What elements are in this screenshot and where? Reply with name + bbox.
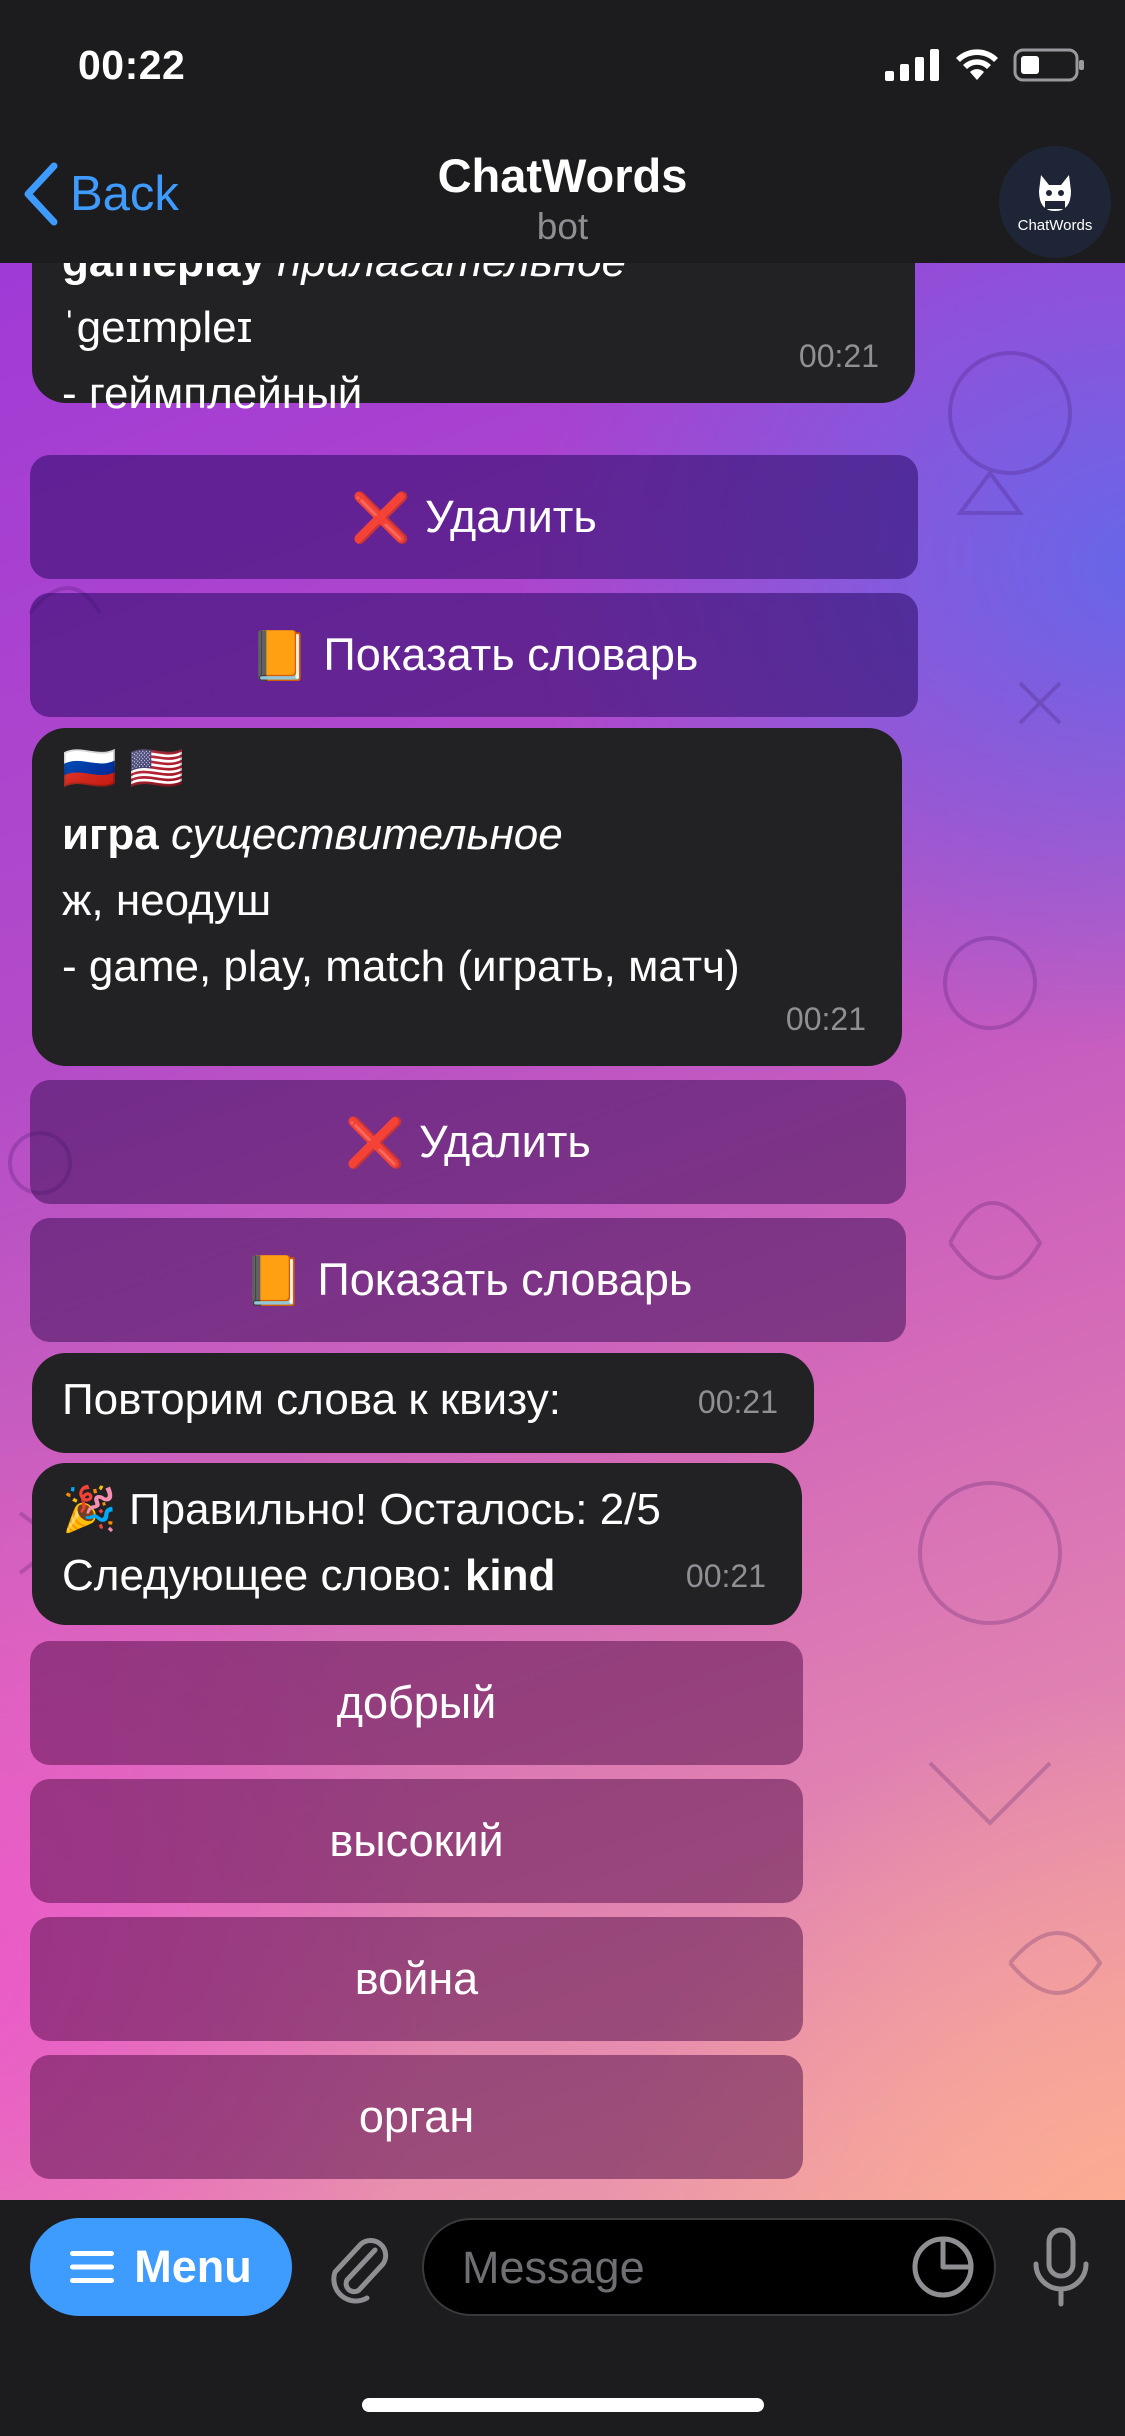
answer-button[interactable]: добрый <box>30 1641 803 1765</box>
answer-button[interactable]: орган <box>30 2055 803 2179</box>
wifi-icon <box>956 49 998 80</box>
menu-label: Menu <box>134 2241 252 2292</box>
book-icon: 📙 <box>249 629 310 683</box>
battery-icon <box>1013 48 1084 82</box>
attach-button[interactable] <box>323 2230 393 2309</box>
message-repeat: Повторим слова к квизу: 00:21 <box>32 1353 814 1453</box>
chat-header: Back ChatWords bot ChatWords <box>0 140 1125 263</box>
chat-title[interactable]: ChatWords <box>0 148 1125 203</box>
microphone-icon <box>1033 2227 1089 2307</box>
book-icon: 📙 <box>243 1254 304 1308</box>
message-igra: 🇷🇺 🇺🇸 игра существительное ж, неодуш - g… <box>32 728 902 1066</box>
message-time: 00:21 <box>785 1001 866 1037</box>
microphone-button[interactable] <box>1030 2226 1092 2315</box>
word-term: gameplay <box>62 263 265 286</box>
chat-subtitle: bot <box>536 206 589 247</box>
word-translation: - game, play, match (играть, матч) <box>62 942 740 991</box>
bot-avatar[interactable]: ChatWords <box>999 146 1111 258</box>
composer-bar: Menu <box>0 2200 1125 2436</box>
next-word: kind <box>464 1551 556 1600</box>
paperclip-icon <box>331 2238 389 2304</box>
word-translation: - геймплейный <box>62 369 363 418</box>
cat-logo-icon <box>1039 174 1071 211</box>
status-bar: 00:22 <box>0 0 1125 140</box>
word-pos: существительное <box>158 810 563 859</box>
sticker-icon <box>912 2236 974 2298</box>
word-transcription: ˈgeɪmpleɪ <box>62 303 253 352</box>
show-dictionary-label: Показать словарь <box>323 629 699 680</box>
word-grammar: ж, неодуш <box>62 876 272 925</box>
next-word-prefix: Следующее слово: <box>62 1551 465 1600</box>
home-indicator <box>362 2398 764 2412</box>
sticker-button[interactable] <box>910 2234 976 2305</box>
message-text: Повторим слова к квизу: <box>62 1375 561 1424</box>
chat-area[interactable]: gameplay прилагательное ˈgeɪmpleɪ - гейм… <box>0 263 1125 2200</box>
message-gameplay: gameplay прилагательное ˈgeɪmpleɪ - гейм… <box>32 263 915 418</box>
delete-button[interactable]: ❌ Удалить <box>30 455 918 579</box>
menu-button[interactable]: Menu <box>30 2218 292 2316</box>
delete-label: Удалить <box>418 1116 591 1167</box>
message-time: 00:21 <box>685 1558 766 1594</box>
answer-button[interactable]: война <box>30 1917 803 2041</box>
message-line: gameplay прилагательное <box>62 263 885 295</box>
status-icons <box>885 48 1085 82</box>
cross-icon: ❌ <box>351 491 411 545</box>
message-field[interactable] <box>422 2218 996 2316</box>
flags: 🇷🇺 🇺🇸 <box>62 744 184 793</box>
hamburger-icon <box>70 2251 115 2283</box>
show-dictionary-label: Показать словарь <box>317 1254 693 1305</box>
word-term: игра <box>62 810 159 859</box>
message-time: 00:21 <box>798 338 879 374</box>
show-dictionary-button[interactable]: 📙 Показать словарь <box>30 1218 906 1342</box>
message-time: 00:21 <box>697 1384 778 1420</box>
quiz-result: 🎉 Правильно! Осталось: 2/5 <box>62 1485 661 1534</box>
answer-label: добрый <box>336 1677 497 1728</box>
avatar-label: ChatWords <box>1017 216 1093 234</box>
quiz-next-word: Следующее слово: kind <box>62 1543 772 1609</box>
status-time: 00:22 <box>78 42 186 88</box>
delete-button[interactable]: ❌ Удалить <box>30 1080 906 1204</box>
answer-label: высокий <box>329 1815 504 1866</box>
word-pos: прилагательное <box>265 263 626 286</box>
show-dictionary-button[interactable]: 📙 Показать словарь <box>30 593 918 717</box>
answer-label: орган <box>358 2091 475 2142</box>
message-input[interactable] <box>460 2220 904 2316</box>
cross-icon: ❌ <box>345 1116 405 1170</box>
message-line: игра существительное <box>62 802 872 868</box>
delete-label: Удалить <box>424 491 597 542</box>
answer-label: война <box>354 1953 479 2004</box>
message-quiz: 🎉 Правильно! Осталось: 2/5 Следующее сло… <box>32 1463 802 1625</box>
answer-button[interactable]: высокий <box>30 1779 803 1903</box>
signal-icon <box>885 49 939 81</box>
